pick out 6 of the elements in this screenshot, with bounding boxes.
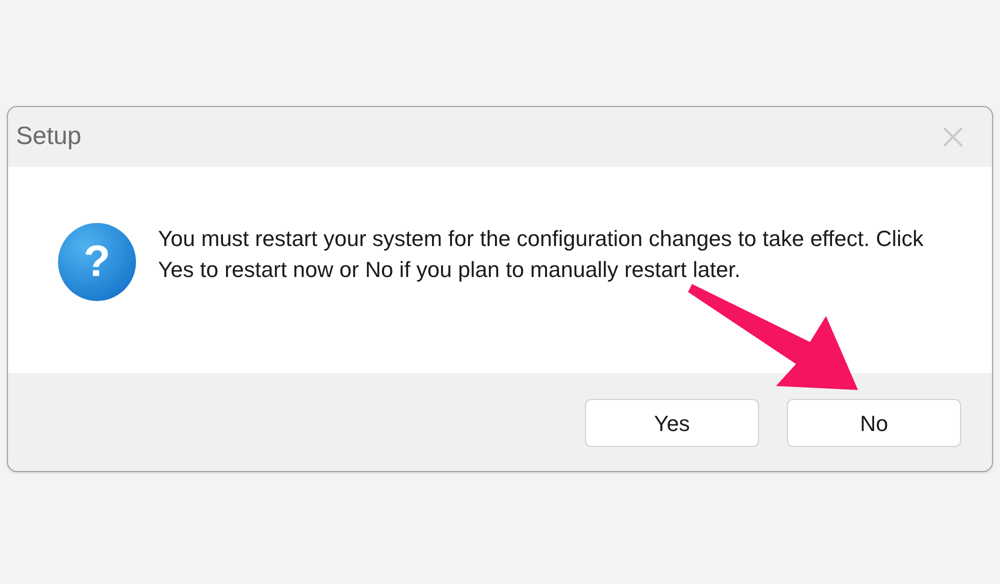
- message-text: You must restart your system for the configuration changes to take effect. Click Yes to restart now or No if you plan to manually restart later.: [158, 225, 924, 284]
- close-icon[interactable]: [942, 126, 964, 148]
- question-icon: ?: [58, 223, 136, 301]
- window-title: Setup: [16, 121, 82, 152]
- dialog-button[interactable]: No: [787, 399, 961, 447]
- dialog-button[interactable]: Yes: [585, 399, 759, 447]
